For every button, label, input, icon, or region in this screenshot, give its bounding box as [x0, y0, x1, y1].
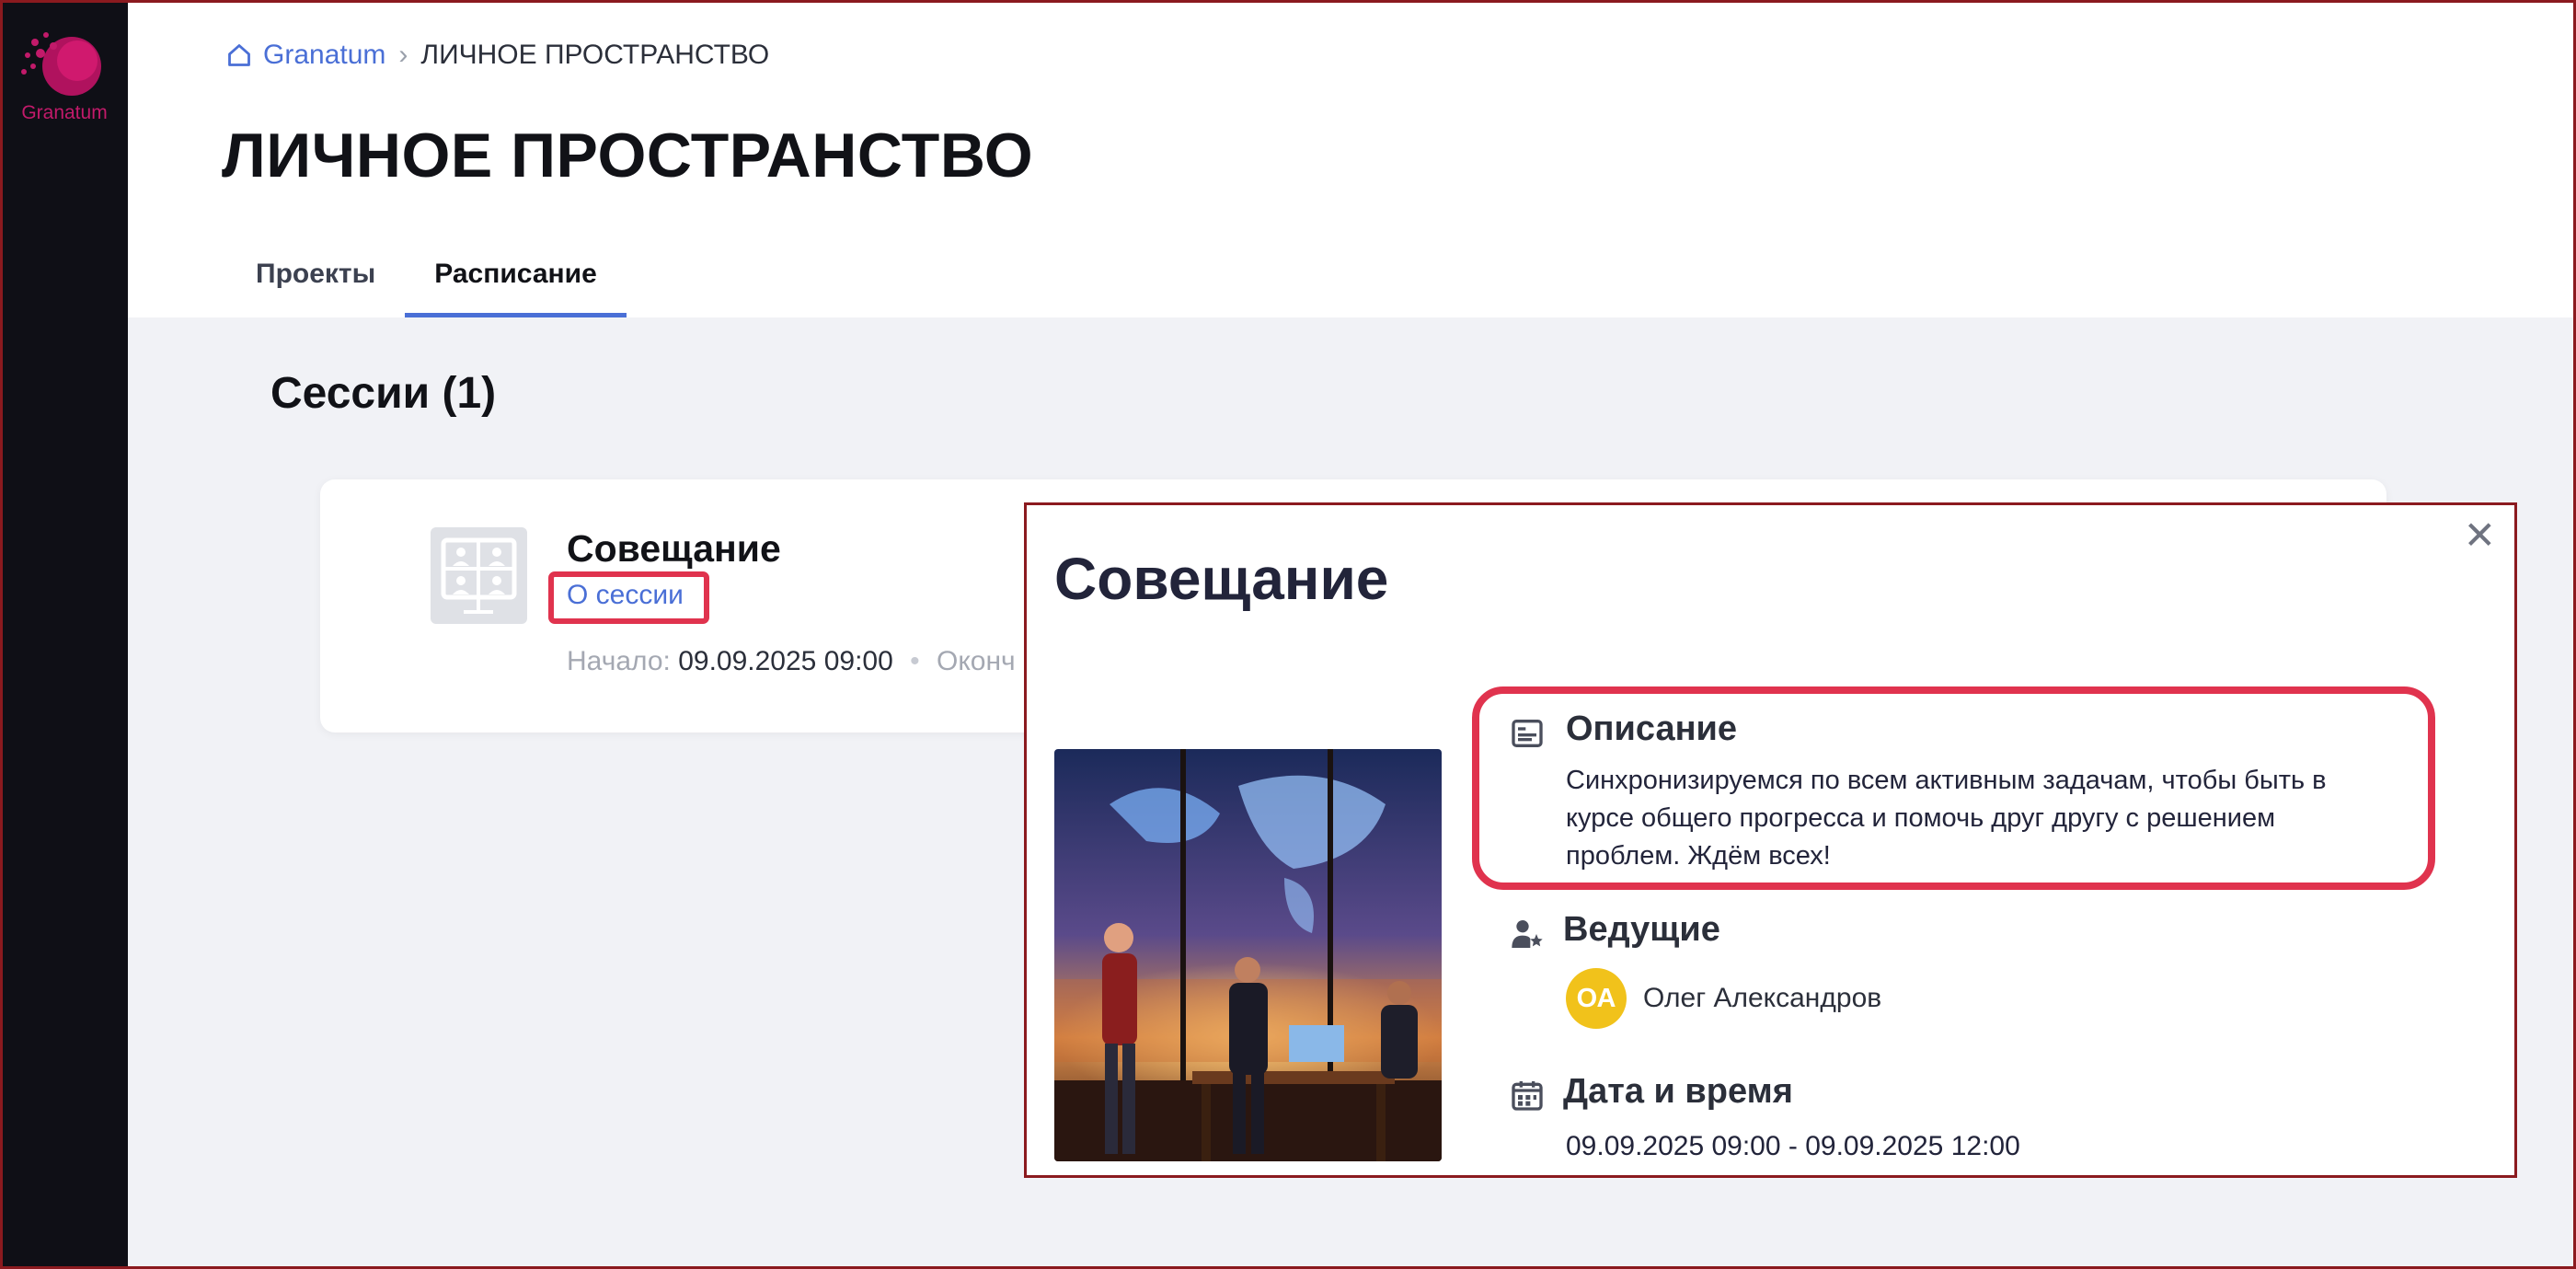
- sessions-heading: Сессии (1): [270, 369, 497, 418]
- tab-bar: Проекты Расписание: [226, 248, 627, 317]
- breadcrumb-home-link[interactable]: Granatum: [226, 40, 385, 71]
- session-details-modal: ✕ Совещание Описание Синхронизируемся по…: [1024, 502, 2517, 1178]
- breadcrumb-separator: ›: [398, 40, 408, 70]
- breadcrumb-home-label: Granatum: [263, 40, 386, 70]
- session-name: Совещание: [567, 527, 781, 570]
- session-time: Начало: 09.09.2025 09:00 • Оконч: [567, 646, 1016, 677]
- host-avatar: ОА: [1566, 968, 1627, 1029]
- session-thumbnail: [431, 527, 527, 624]
- start-label: Начало:: [567, 646, 671, 676]
- start-value: 09.09.2025 09:00: [678, 646, 893, 676]
- description-highlight: [1472, 686, 2435, 890]
- calendar-icon: [1512, 1081, 1543, 1111]
- tab-schedule[interactable]: Расписание: [405, 248, 627, 317]
- time-separator-dot: •: [910, 646, 920, 676]
- sidebar: Granatum: [0, 0, 128, 1269]
- breadcrumb-current: ЛИЧНОЕ ПРОСТРАНСТВО: [420, 40, 770, 70]
- page-title: ЛИЧНОЕ ПРОСТРАНСТВО: [222, 121, 1034, 190]
- host-star-icon: [1512, 920, 1543, 948]
- hosts-heading: Ведущие: [1563, 910, 1720, 949]
- datetime-heading: Дата и время: [1563, 1072, 1793, 1111]
- close-icon[interactable]: ✕: [2464, 516, 2496, 555]
- tab-projects[interactable]: Проекты: [226, 248, 405, 317]
- granatum-logo[interactable]: Granatum: [17, 26, 112, 127]
- home-icon: [228, 44, 250, 66]
- about-link-highlight: [548, 571, 709, 624]
- host-name: Олег Александров: [1643, 983, 1882, 1013]
- logo-text: Granatum: [21, 102, 108, 123]
- end-label: Оконч: [936, 646, 1016, 676]
- modal-title: Совещание: [1054, 546, 1389, 612]
- pomegranate-logo-icon: [21, 32, 101, 96]
- datetime-value: 09.09.2025 09:00 - 09.09.2025 12:00: [1566, 1131, 2020, 1161]
- session-cover-image: [1054, 749, 1442, 1161]
- breadcrumb: Granatum › ЛИЧНОЕ ПРОСТРАНСТВО: [226, 37, 769, 74]
- meeting-illustration: [1054, 749, 1442, 1161]
- video-grid-icon: [441, 537, 517, 614]
